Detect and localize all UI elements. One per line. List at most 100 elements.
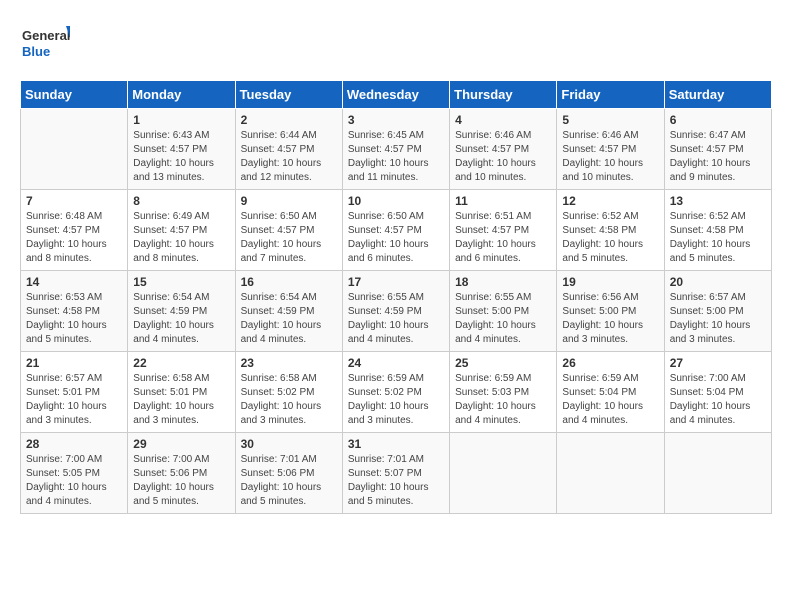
calendar-day-cell: 11 Sunrise: 6:51 AM Sunset: 4:57 PM Dayli…	[450, 190, 557, 271]
calendar-day-cell: 23 Sunrise: 6:58 AM Sunset: 5:02 PM Dayli…	[235, 352, 342, 433]
calendar-day-cell: 17Sunrise: 6:55 AM Sunset: 4:59 PM Dayli…	[342, 271, 449, 352]
day-number: 1	[133, 113, 229, 127]
calendar-day-cell: 29 Sunrise: 7:00 AM Sunset: 5:06 PM Dayli…	[128, 433, 235, 514]
day-info: Sunrise: 6:50 AM Sunset: 4:57 PM Dayligh…	[241, 210, 337, 266]
calendar-day-cell: 8 Sunrise: 6:49 AM Sunset: 4:57 PM Daylig…	[128, 190, 235, 271]
day-number: 15	[133, 275, 229, 289]
day-number: 9	[241, 194, 337, 208]
calendar-week-row: 14 Sunrise: 6:53 AM Sunset: 4:58 PM Dayli…	[21, 271, 772, 352]
day-number: 31	[348, 437, 444, 451]
calendar-day-cell: 21Sunrise: 6:57 AM Sunset: 5:01 PM Dayli…	[21, 352, 128, 433]
day-number: 26	[562, 356, 658, 370]
day-info: Sunrise: 6:59 AM Sunset: 5:04 PM Dayligh…	[562, 372, 658, 428]
calendar-day-cell: 20Sunrise: 6:57 AM Sunset: 5:00 PM Dayli…	[664, 271, 771, 352]
day-number: 11	[455, 194, 551, 208]
day-info: Sunrise: 6:52 AM Sunset: 4:58 PM Dayligh…	[670, 210, 766, 266]
calendar-day-cell: 9 Sunrise: 6:50 AM Sunset: 4:57 PM Daylig…	[235, 190, 342, 271]
day-info: Sunrise: 6:59 AM Sunset: 5:02 PM Dayligh…	[348, 372, 444, 428]
day-info: Sunrise: 6:57 AM Sunset: 5:00 PM Dayligh…	[670, 291, 766, 347]
day-number: 4	[455, 113, 551, 127]
calendar-day-cell	[450, 433, 557, 514]
day-info: Sunrise: 6:57 AM Sunset: 5:01 PM Dayligh…	[26, 372, 122, 428]
day-number: 27	[670, 356, 766, 370]
calendar-week-row: 21Sunrise: 6:57 AM Sunset: 5:01 PM Dayli…	[21, 352, 772, 433]
calendar-day-cell	[21, 109, 128, 190]
day-number: 5	[562, 113, 658, 127]
calendar-day-cell: 18Sunrise: 6:55 AM Sunset: 5:00 PM Dayli…	[450, 271, 557, 352]
calendar-day-cell	[557, 433, 664, 514]
calendar-day-cell: 28 Sunrise: 7:00 AM Sunset: 5:05 PM Dayli…	[21, 433, 128, 514]
calendar-header-row: SundayMondayTuesdayWednesdayThursdayFrid…	[21, 81, 772, 109]
calendar-day-cell: 3 Sunrise: 6:45 AM Sunset: 4:57 PM Daylig…	[342, 109, 449, 190]
calendar-day-cell: 2 Sunrise: 6:44 AM Sunset: 4:57 PM Daylig…	[235, 109, 342, 190]
day-number: 23	[241, 356, 337, 370]
day-number: 13	[670, 194, 766, 208]
day-number: 12	[562, 194, 658, 208]
day-number: 3	[348, 113, 444, 127]
calendar-day-cell: 15 Sunrise: 6:54 AM Sunset: 4:59 PM Dayli…	[128, 271, 235, 352]
calendar-day-cell: 19 Sunrise: 6:56 AM Sunset: 5:00 PM Dayli…	[557, 271, 664, 352]
svg-text:General: General	[22, 28, 70, 43]
day-number: 7	[26, 194, 122, 208]
calendar-day-cell: 26 Sunrise: 6:59 AM Sunset: 5:04 PM Dayli…	[557, 352, 664, 433]
day-info: Sunrise: 7:00 AM Sunset: 5:04 PM Dayligh…	[670, 372, 766, 428]
day-number: 2	[241, 113, 337, 127]
day-info: Sunrise: 7:01 AM Sunset: 5:07 PM Dayligh…	[348, 453, 444, 509]
day-info: Sunrise: 6:44 AM Sunset: 4:57 PM Dayligh…	[241, 129, 337, 185]
calendar-day-cell: 14 Sunrise: 6:53 AM Sunset: 4:58 PM Dayli…	[21, 271, 128, 352]
day-number: 30	[241, 437, 337, 451]
day-number: 10	[348, 194, 444, 208]
day-number: 24	[348, 356, 444, 370]
calendar-day-cell: 22 Sunrise: 6:58 AM Sunset: 5:01 PM Dayli…	[128, 352, 235, 433]
calendar-day-cell: 7Sunrise: 6:48 AM Sunset: 4:57 PM Daylig…	[21, 190, 128, 271]
calendar-week-row: 7Sunrise: 6:48 AM Sunset: 4:57 PM Daylig…	[21, 190, 772, 271]
page-header: General Blue	[20, 20, 772, 70]
day-info: Sunrise: 6:52 AM Sunset: 4:58 PM Dayligh…	[562, 210, 658, 266]
day-info: Sunrise: 6:53 AM Sunset: 4:58 PM Dayligh…	[26, 291, 122, 347]
calendar-day-cell: 13 Sunrise: 6:52 AM Sunset: 4:58 PM Dayli…	[664, 190, 771, 271]
day-info: Sunrise: 6:49 AM Sunset: 4:57 PM Dayligh…	[133, 210, 229, 266]
day-number: 8	[133, 194, 229, 208]
day-info: Sunrise: 6:45 AM Sunset: 4:57 PM Dayligh…	[348, 129, 444, 185]
day-number: 25	[455, 356, 551, 370]
calendar-day-cell: 25 Sunrise: 6:59 AM Sunset: 5:03 PM Dayli…	[450, 352, 557, 433]
day-info: Sunrise: 7:00 AM Sunset: 5:06 PM Dayligh…	[133, 453, 229, 509]
calendar-day-cell: 16Sunrise: 6:54 AM Sunset: 4:59 PM Dayli…	[235, 271, 342, 352]
calendar-day-cell: 6 Sunrise: 6:47 AM Sunset: 4:57 PM Daylig…	[664, 109, 771, 190]
calendar-day-cell: 12 Sunrise: 6:52 AM Sunset: 4:58 PM Dayli…	[557, 190, 664, 271]
calendar-day-header: Thursday	[450, 81, 557, 109]
calendar-day-cell: 1 Sunrise: 6:43 AM Sunset: 4:57 PM Daylig…	[128, 109, 235, 190]
day-info: Sunrise: 6:54 AM Sunset: 4:59 PM Dayligh…	[133, 291, 229, 347]
day-info: Sunrise: 6:54 AM Sunset: 4:59 PM Dayligh…	[241, 291, 337, 347]
day-number: 14	[26, 275, 122, 289]
day-info: Sunrise: 6:51 AM Sunset: 4:57 PM Dayligh…	[455, 210, 551, 266]
logo: General Blue	[20, 20, 70, 70]
calendar-day-cell: 31 Sunrise: 7:01 AM Sunset: 5:07 PM Dayli…	[342, 433, 449, 514]
day-info: Sunrise: 7:01 AM Sunset: 5:06 PM Dayligh…	[241, 453, 337, 509]
day-number: 29	[133, 437, 229, 451]
calendar-day-header: Wednesday	[342, 81, 449, 109]
calendar-week-row: 1 Sunrise: 6:43 AM Sunset: 4:57 PM Daylig…	[21, 109, 772, 190]
calendar-day-cell: 30 Sunrise: 7:01 AM Sunset: 5:06 PM Dayli…	[235, 433, 342, 514]
calendar-day-cell: 27 Sunrise: 7:00 AM Sunset: 5:04 PM Dayli…	[664, 352, 771, 433]
calendar-day-cell: 24 Sunrise: 6:59 AM Sunset: 5:02 PM Dayli…	[342, 352, 449, 433]
day-number: 28	[26, 437, 122, 451]
calendar-day-header: Saturday	[664, 81, 771, 109]
calendar-day-cell: 4 Sunrise: 6:46 AM Sunset: 4:57 PM Daylig…	[450, 109, 557, 190]
day-info: Sunrise: 6:59 AM Sunset: 5:03 PM Dayligh…	[455, 372, 551, 428]
logo-svg: General Blue	[20, 20, 70, 70]
day-info: Sunrise: 7:00 AM Sunset: 5:05 PM Dayligh…	[26, 453, 122, 509]
day-number: 6	[670, 113, 766, 127]
day-info: Sunrise: 6:43 AM Sunset: 4:57 PM Dayligh…	[133, 129, 229, 185]
calendar-day-cell: 10Sunrise: 6:50 AM Sunset: 4:57 PM Dayli…	[342, 190, 449, 271]
day-info: Sunrise: 6:58 AM Sunset: 5:01 PM Dayligh…	[133, 372, 229, 428]
day-number: 19	[562, 275, 658, 289]
day-info: Sunrise: 6:55 AM Sunset: 4:59 PM Dayligh…	[348, 291, 444, 347]
day-number: 22	[133, 356, 229, 370]
calendar-day-header: Monday	[128, 81, 235, 109]
day-info: Sunrise: 6:47 AM Sunset: 4:57 PM Dayligh…	[670, 129, 766, 185]
day-info: Sunrise: 6:46 AM Sunset: 4:57 PM Dayligh…	[562, 129, 658, 185]
day-info: Sunrise: 6:56 AM Sunset: 5:00 PM Dayligh…	[562, 291, 658, 347]
day-info: Sunrise: 6:58 AM Sunset: 5:02 PM Dayligh…	[241, 372, 337, 428]
day-info: Sunrise: 6:46 AM Sunset: 4:57 PM Dayligh…	[455, 129, 551, 185]
